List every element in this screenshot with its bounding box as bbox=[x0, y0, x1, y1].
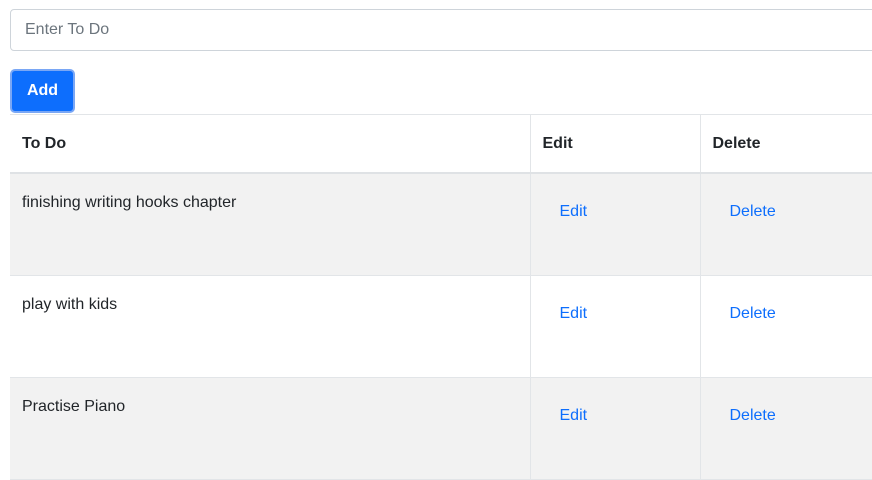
header-todo: To Do bbox=[10, 114, 530, 174]
table-header-row: To Do Edit Delete bbox=[10, 114, 872, 174]
todo-text: Practise Piano bbox=[10, 377, 530, 480]
table-row: finishing writing hooks chapter Edit Del… bbox=[10, 173, 872, 276]
delete-button[interactable]: Delete bbox=[730, 203, 776, 220]
todo-text: finishing writing hooks chapter bbox=[10, 173, 530, 276]
header-delete: Delete bbox=[699, 114, 872, 174]
edit-button[interactable]: Edit bbox=[560, 203, 588, 220]
table-row: play with kids Edit Delete bbox=[10, 275, 872, 378]
edit-button[interactable]: Edit bbox=[560, 407, 588, 424]
edit-button[interactable]: Edit bbox=[560, 305, 588, 322]
header-edit: Edit bbox=[529, 114, 700, 174]
add-button[interactable]: Add bbox=[10, 69, 75, 113]
table-row: Practise Piano Edit Delete bbox=[10, 377, 872, 480]
delete-button[interactable]: Delete bbox=[730, 407, 776, 424]
todo-input[interactable] bbox=[10, 9, 872, 51]
delete-button[interactable]: Delete bbox=[730, 305, 776, 322]
todo-text: play with kids bbox=[10, 275, 530, 378]
todo-table: To Do Edit Delete finishing writing hook… bbox=[10, 114, 872, 480]
